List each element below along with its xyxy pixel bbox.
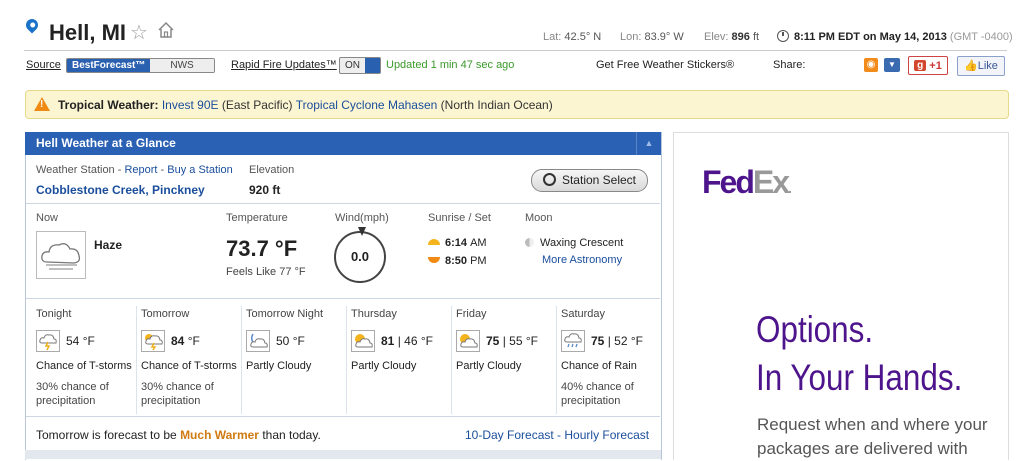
warning-icon — [34, 97, 50, 111]
report-link[interactable]: Report — [124, 164, 157, 176]
more-astronomy-link[interactable]: More Astronomy — [542, 254, 622, 266]
ten-day-forecast-link[interactable]: 10-Day Forecast — [465, 428, 554, 442]
rapid-fire-switch[interactable]: ON — [339, 57, 381, 74]
collapse-icon[interactable]: ▲ — [636, 132, 661, 155]
moon-icon — [525, 238, 534, 247]
wind-dial: 0.0 — [334, 227, 386, 283]
glance-title: Hell Weather at a Glance — [25, 132, 647, 155]
page-title: Hell, MI — [49, 20, 127, 45]
current-temperature: 73.7 °F — [226, 236, 298, 261]
forecast-saturday[interactable]: Saturday 75 | 52 °F Chance of Rain 40% c… — [561, 306, 661, 414]
source-nws[interactable]: NWS — [150, 59, 214, 72]
favorite-star-icon[interactable]: ☆ — [130, 20, 148, 45]
alert-link-mahasen[interactable]: Tropical Cyclone Mahasen — [296, 98, 438, 112]
partly-cloudy-icon — [456, 330, 480, 352]
hourly-forecast-link[interactable]: Hourly Forecast — [564, 428, 649, 442]
thumbs-up-icon: 👍 — [964, 60, 978, 72]
ad-headline: Options. In Your Hands. — [756, 309, 963, 398]
sunrise-icon — [428, 239, 440, 245]
station-label-row: Weather Station - Report - Buy a Station — [36, 164, 233, 176]
source-link[interactable]: Source — [26, 59, 61, 71]
sunset-icon — [428, 257, 440, 263]
buy-station-link[interactable]: Buy a Station — [167, 164, 232, 176]
google-plus-button[interactable]: g +1 — [908, 56, 948, 75]
rss-icon[interactable]: ◉ — [864, 58, 878, 72]
google-plus-icon: g — [914, 60, 927, 71]
now-label: Now — [36, 212, 59, 224]
longitude: Lon: 83.9° W — [620, 31, 684, 43]
source-toggle[interactable]: BestForecast™ NWS — [66, 58, 215, 73]
moon-label: Moon — [525, 212, 553, 224]
divider — [26, 298, 660, 299]
haze-cloud-icon — [36, 231, 86, 279]
elevation-value: 920 ft — [249, 183, 281, 197]
station-select-button[interactable]: Station Select — [531, 169, 648, 192]
alert-text: Tropical Weather: Invest 90E (East Pacif… — [58, 98, 553, 112]
station-name-link[interactable]: Cobblestone Creek, Pinckney — [36, 183, 205, 197]
stickers-link[interactable]: Get Free Weather Stickers® — [596, 59, 734, 71]
forecast-links: 10-Day Forecast - Hourly Forecast — [465, 428, 650, 442]
forecast-tomorrow-night[interactable]: Tomorrow Night 50 °F Partly Cloudy — [246, 306, 347, 414]
forecast-tonight[interactable]: Tonight 54 °F Chance of T-storms 30% cha… — [36, 306, 137, 414]
rapid-fire-label[interactable]: Rapid Fire Updates™ — [231, 59, 337, 71]
feels-like: Feels Like 77 °F — [226, 266, 306, 278]
divider — [24, 50, 1007, 51]
latitude: Lat: 42.5° N — [543, 31, 602, 43]
fedex-logo: FedEx. — [702, 164, 792, 200]
rain-icon — [561, 330, 585, 352]
divider — [26, 203, 660, 204]
elevation-label: Elevation — [249, 164, 295, 176]
dropdown-icon[interactable]: ▼ — [884, 58, 900, 72]
local-datetime: 8:11 PM EDT on May 14, 2013 (GMT -0400) — [777, 30, 1013, 43]
target-icon — [542, 173, 556, 186]
forecast-tomorrow[interactable]: Tomorrow 84 °F Chance of T-storms 30% ch… — [141, 306, 242, 414]
tstorm-icon — [36, 330, 60, 352]
forecast-thursday[interactable]: Thursday 81 | 46 °F Partly Cloudy — [351, 306, 452, 414]
wind-label: Wind(mph) — [335, 212, 389, 224]
ad-body: Request when and where your packages are… — [757, 415, 988, 458]
tstorm-sun-icon — [141, 330, 165, 352]
partly-cloudy-icon — [351, 330, 375, 352]
moon-phase: Waxing Crescent — [525, 237, 623, 249]
temperature-label: Temperature — [226, 212, 288, 224]
forecast-summary: Tomorrow is forecast to be Much Warmer t… — [36, 428, 321, 442]
panel-footer — [25, 450, 661, 459]
facebook-like-button[interactable]: 👍Like — [957, 56, 1005, 76]
sun-label: Sunrise / Set — [428, 212, 491, 224]
source-bestforecast[interactable]: BestForecast™ — [67, 59, 151, 72]
current-condition: Haze — [94, 238, 123, 252]
forecast-friday[interactable]: Friday 75 | 55 °F Partly Cloudy — [456, 306, 557, 414]
location-pin-icon — [23, 16, 41, 34]
share-label: Share: — [773, 59, 806, 71]
sunset: 8:50 PM — [428, 255, 487, 267]
alert-link-invest-90e[interactable]: Invest 90E — [162, 98, 219, 112]
partly-cloudy-night-icon — [246, 330, 270, 352]
home-icon[interactable] — [157, 21, 175, 39]
divider — [26, 416, 660, 417]
updated-status: Updated 1 min 47 sec ago — [386, 59, 515, 71]
clock-icon — [777, 30, 789, 42]
sunrise: 6:14 AM — [428, 237, 487, 249]
elevation: Elev: 896 ft — [704, 31, 760, 43]
